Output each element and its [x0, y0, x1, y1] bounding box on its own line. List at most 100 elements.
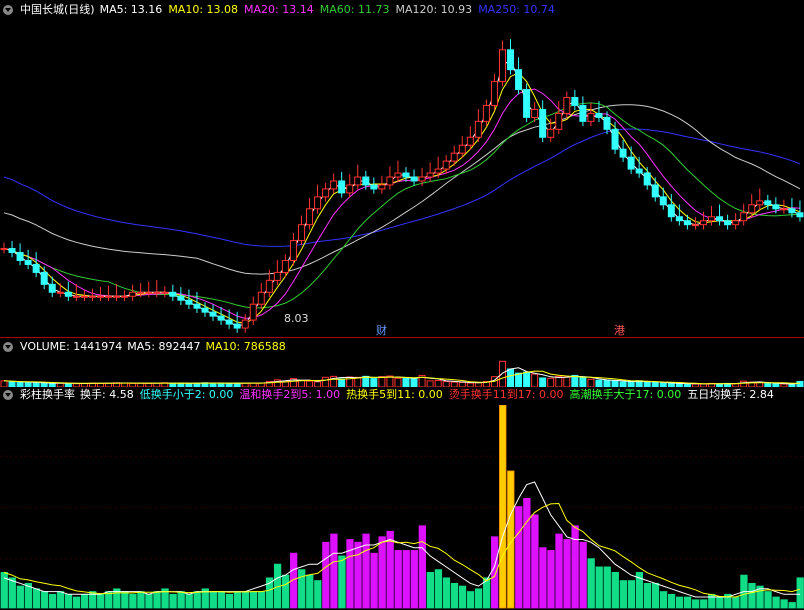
- candle-body: [571, 97, 579, 106]
- candle-body: [764, 200, 772, 206]
- turnover-legend: 彩柱换手率 换手: 4.58 低换手小于2: 0.00 温和换手2到5: 1.00 热…: [0, 386, 774, 404]
- candle-body: [8, 248, 16, 254]
- turnover-bar: [764, 591, 772, 609]
- turnover-bar: [16, 585, 24, 609]
- candle-body: [330, 180, 338, 190]
- turnover-bar: [579, 541, 587, 609]
- candle-body: [450, 152, 458, 162]
- candle-body: [619, 148, 627, 158]
- candle-body: [458, 144, 466, 154]
- candle-body: [88, 295, 96, 298]
- candle-body: [314, 196, 322, 210]
- candle-body: [161, 291, 169, 294]
- candle-body: [740, 212, 748, 222]
- candle-body: [724, 220, 732, 226]
- turnover-bar: [547, 550, 555, 609]
- candle-body: [772, 204, 780, 210]
- candle-body: [418, 176, 426, 182]
- turnover-bar: [491, 536, 499, 609]
- price-chart[interactable]: [0, 18, 804, 338]
- turnover-bar: [796, 577, 804, 609]
- hk-connect-tag[interactable]: 港: [614, 322, 625, 338]
- candle-body: [193, 303, 201, 309]
- candle-body: [153, 291, 161, 294]
- turnover-bar: [627, 580, 636, 609]
- candle-body: [627, 156, 635, 170]
- ma-line-ma20: [3, 88, 801, 319]
- candle-body: [80, 295, 88, 298]
- candle-body: [474, 120, 482, 138]
- candle-body: [169, 291, 177, 297]
- candle-body: [0, 248, 8, 251]
- ma-legend-item: MA250: 10.74: [478, 3, 555, 16]
- turnover-bar: [667, 593, 676, 609]
- turnover-bar: [386, 530, 394, 609]
- volume-bar: [788, 383, 796, 387]
- candle-body: [708, 216, 716, 222]
- turnover-bar: [499, 405, 507, 609]
- turnover-bar: [587, 558, 595, 609]
- volume-title: VOLUME: 1441974: [20, 340, 123, 353]
- turnover-bar: [692, 599, 700, 609]
- candle-body: [410, 176, 418, 182]
- candle-body: [595, 112, 603, 118]
- turnover-bar: [643, 582, 652, 609]
- candle-body: [780, 208, 788, 211]
- turnover-bar: [611, 571, 619, 609]
- turnover-bar: [595, 566, 603, 609]
- candle-body: [434, 168, 442, 174]
- collapse-arrow-icon[interactable]: [3, 342, 13, 352]
- collapse-arrow-icon[interactable]: [3, 5, 13, 15]
- low-price-marker: 8.03: [284, 312, 309, 325]
- turnover-chart[interactable]: [0, 405, 804, 610]
- ma-line-ma60: [3, 102, 801, 309]
- volume-legend: VOLUME: 1441974 MA5: 892447 MA10: 786588: [0, 338, 286, 356]
- candle-body: [498, 49, 506, 83]
- turnover-bar: [169, 593, 177, 609]
- candle-body: [716, 216, 724, 222]
- turnover-bar: [241, 591, 250, 609]
- candle-body: [659, 196, 667, 206]
- turnover-bar: [402, 550, 410, 609]
- candle-body: [732, 220, 740, 226]
- candle-body: [523, 89, 531, 118]
- candle-body: [756, 200, 764, 206]
- turnover-bar: [225, 593, 234, 609]
- candle-body: [603, 116, 611, 130]
- finance-tag[interactable]: 财: [376, 322, 387, 338]
- candle-body: [265, 279, 273, 293]
- candle-body: [386, 176, 394, 186]
- candle-body: [539, 108, 547, 138]
- candle-body: [16, 252, 24, 261]
- candle-body: [137, 291, 145, 294]
- ma-line-ma250: [3, 128, 801, 247]
- candle-body: [394, 172, 402, 178]
- candle-body: [651, 184, 659, 198]
- price-legend: 中国长城(日线) MA5: 13.16 MA10: 13.08 MA20: 13.1…: [0, 1, 555, 19]
- turnover-bar: [523, 498, 531, 609]
- candle-body: [346, 184, 354, 194]
- turnover-bar: [515, 506, 523, 609]
- ma-line-ma120: [3, 104, 801, 275]
- turnover-bar: [265, 577, 274, 609]
- turnover-bar: [177, 591, 185, 609]
- turnover-items: 换手: 4.58 低换手小于2: 0.00 温和换手2到5: 1.00 热换手5到11…: [80, 386, 774, 404]
- turnover-bar: [193, 591, 201, 609]
- turnover-bar: [217, 591, 225, 609]
- candle-body: [129, 291, 137, 297]
- candle-body: [490, 81, 498, 106]
- volume-chart[interactable]: [0, 355, 804, 387]
- candle-body: [48, 283, 56, 293]
- collapse-arrow-icon[interactable]: [3, 390, 13, 400]
- turnover-bar: [8, 577, 16, 609]
- turnover-legend-item: 五日均换手: 2.84: [687, 388, 774, 401]
- candle-body: [507, 49, 515, 71]
- candle-body: [32, 263, 40, 273]
- turnover-bar: [378, 536, 386, 609]
- turnover-bar: [322, 541, 330, 609]
- candle-body: [96, 295, 104, 298]
- turnover-bar: [539, 547, 547, 609]
- turnover-bar: [555, 533, 563, 609]
- candle-body: [547, 128, 555, 138]
- candle-body: [306, 208, 314, 226]
